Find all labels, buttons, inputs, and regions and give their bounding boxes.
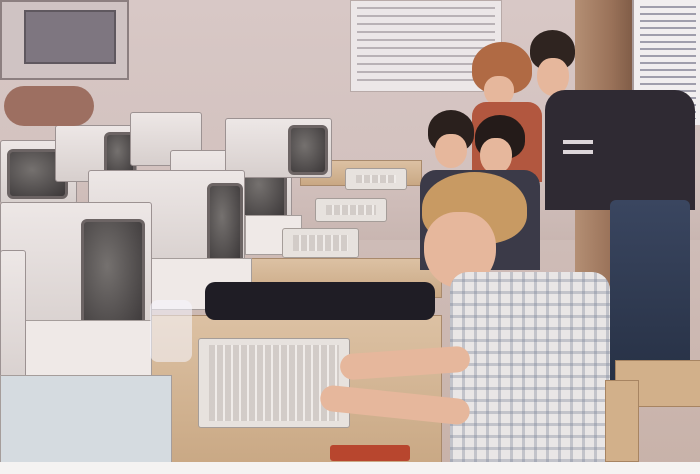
chair-back-leg — [605, 380, 639, 462]
board-screen — [24, 10, 116, 64]
student-background-left — [4, 86, 94, 126]
plastic-bag — [150, 300, 192, 362]
photo-border-bottom — [0, 462, 700, 474]
photo — [0, 0, 700, 474]
device-front-corner — [0, 375, 172, 467]
monitor-edge-left — [0, 250, 26, 392]
red-item-desk — [330, 445, 410, 461]
wall-board-left — [0, 0, 129, 80]
arm-lower — [319, 384, 471, 426]
monitor-center-back — [225, 118, 332, 178]
person-seated-front — [300, 172, 620, 462]
